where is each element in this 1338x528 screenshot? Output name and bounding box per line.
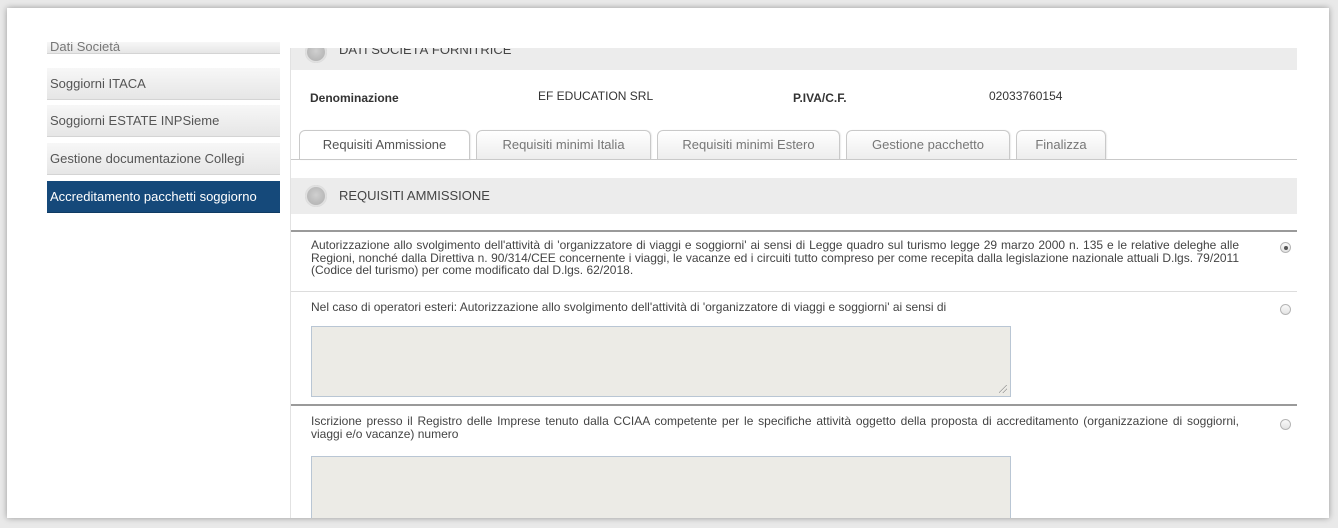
section-bullet-icon [305, 48, 327, 63]
requisito-textarea[interactable] [311, 326, 1011, 397]
tab-requisiti-ammissione[interactable]: Requisiti Ammissione [299, 130, 470, 160]
section-bullet-icon [305, 185, 327, 207]
tab-finalizza[interactable]: Finalizza [1016, 130, 1106, 159]
requisito-text: Iscrizione presso il Registro delle Impr… [311, 414, 1239, 441]
company-section-title: DATI SOCIETÀ FORNITRICE [339, 48, 512, 57]
requisiti-section-title: REQUISITI AMMISSIONE [339, 188, 490, 203]
piva-label: P.IVA/C.F. [793, 91, 847, 105]
piva-value: 02033760154 [989, 89, 1063, 103]
denominazione-label: Denominazione [310, 91, 399, 105]
sidebar-item-soggiorni-estate[interactable]: Soggiorni ESTATE INPSieme [47, 105, 280, 137]
tab-requisiti-minimi-italia[interactable]: Requisiti minimi Italia [476, 130, 651, 159]
requisito-row: Iscrizione presso il Registro delle Impr… [291, 404, 1297, 518]
company-section-header: DATI SOCIETÀ FORNITRICE [291, 48, 1297, 70]
resize-grip-icon[interactable] [999, 385, 1007, 393]
tab-gestione-pacchetto[interactable]: Gestione pacchetto [846, 130, 1010, 159]
requisito-text: Nel caso di operatori esteri: Autorizzaz… [311, 300, 947, 314]
main-panel: DATI SOCIETÀ FORNITRICE Denominazione EF… [290, 48, 1297, 518]
denominazione-value: EF EDUCATION SRL [538, 89, 654, 103]
requisito-text: Autorizzazione allo svolgimento dell'att… [311, 238, 1239, 277]
sidebar-item-accreditamento[interactable]: Accreditamento pacchetti soggiorno [47, 181, 280, 213]
sidebar-item-dati-societa[interactable]: Dati Società [47, 42, 280, 54]
requisiti-section-header: REQUISITI AMMISSIONE [291, 178, 1297, 214]
requisito-row: Autorizzazione allo svolgimento dell'att… [291, 230, 1297, 292]
requisito-radio[interactable] [1280, 304, 1291, 315]
app-window: Dati Società Soggiorni ITACA Soggiorni E… [7, 8, 1329, 518]
tabs-divider [291, 159, 1297, 160]
tab-requisiti-minimi-estero[interactable]: Requisiti minimi Estero [657, 130, 840, 159]
sidebar-item-gestione-documentazione[interactable]: Gestione documentazione Collegi [47, 143, 280, 175]
requisito-radio[interactable] [1280, 242, 1291, 253]
sidebar-item-soggiorni-itaca[interactable]: Soggiorni ITACA [47, 68, 280, 100]
requisito-radio[interactable] [1280, 419, 1291, 430]
requisito-textarea[interactable] [311, 456, 1011, 518]
requisito-row: Nel caso di operatori esteri: Autorizzaz… [291, 291, 1297, 405]
